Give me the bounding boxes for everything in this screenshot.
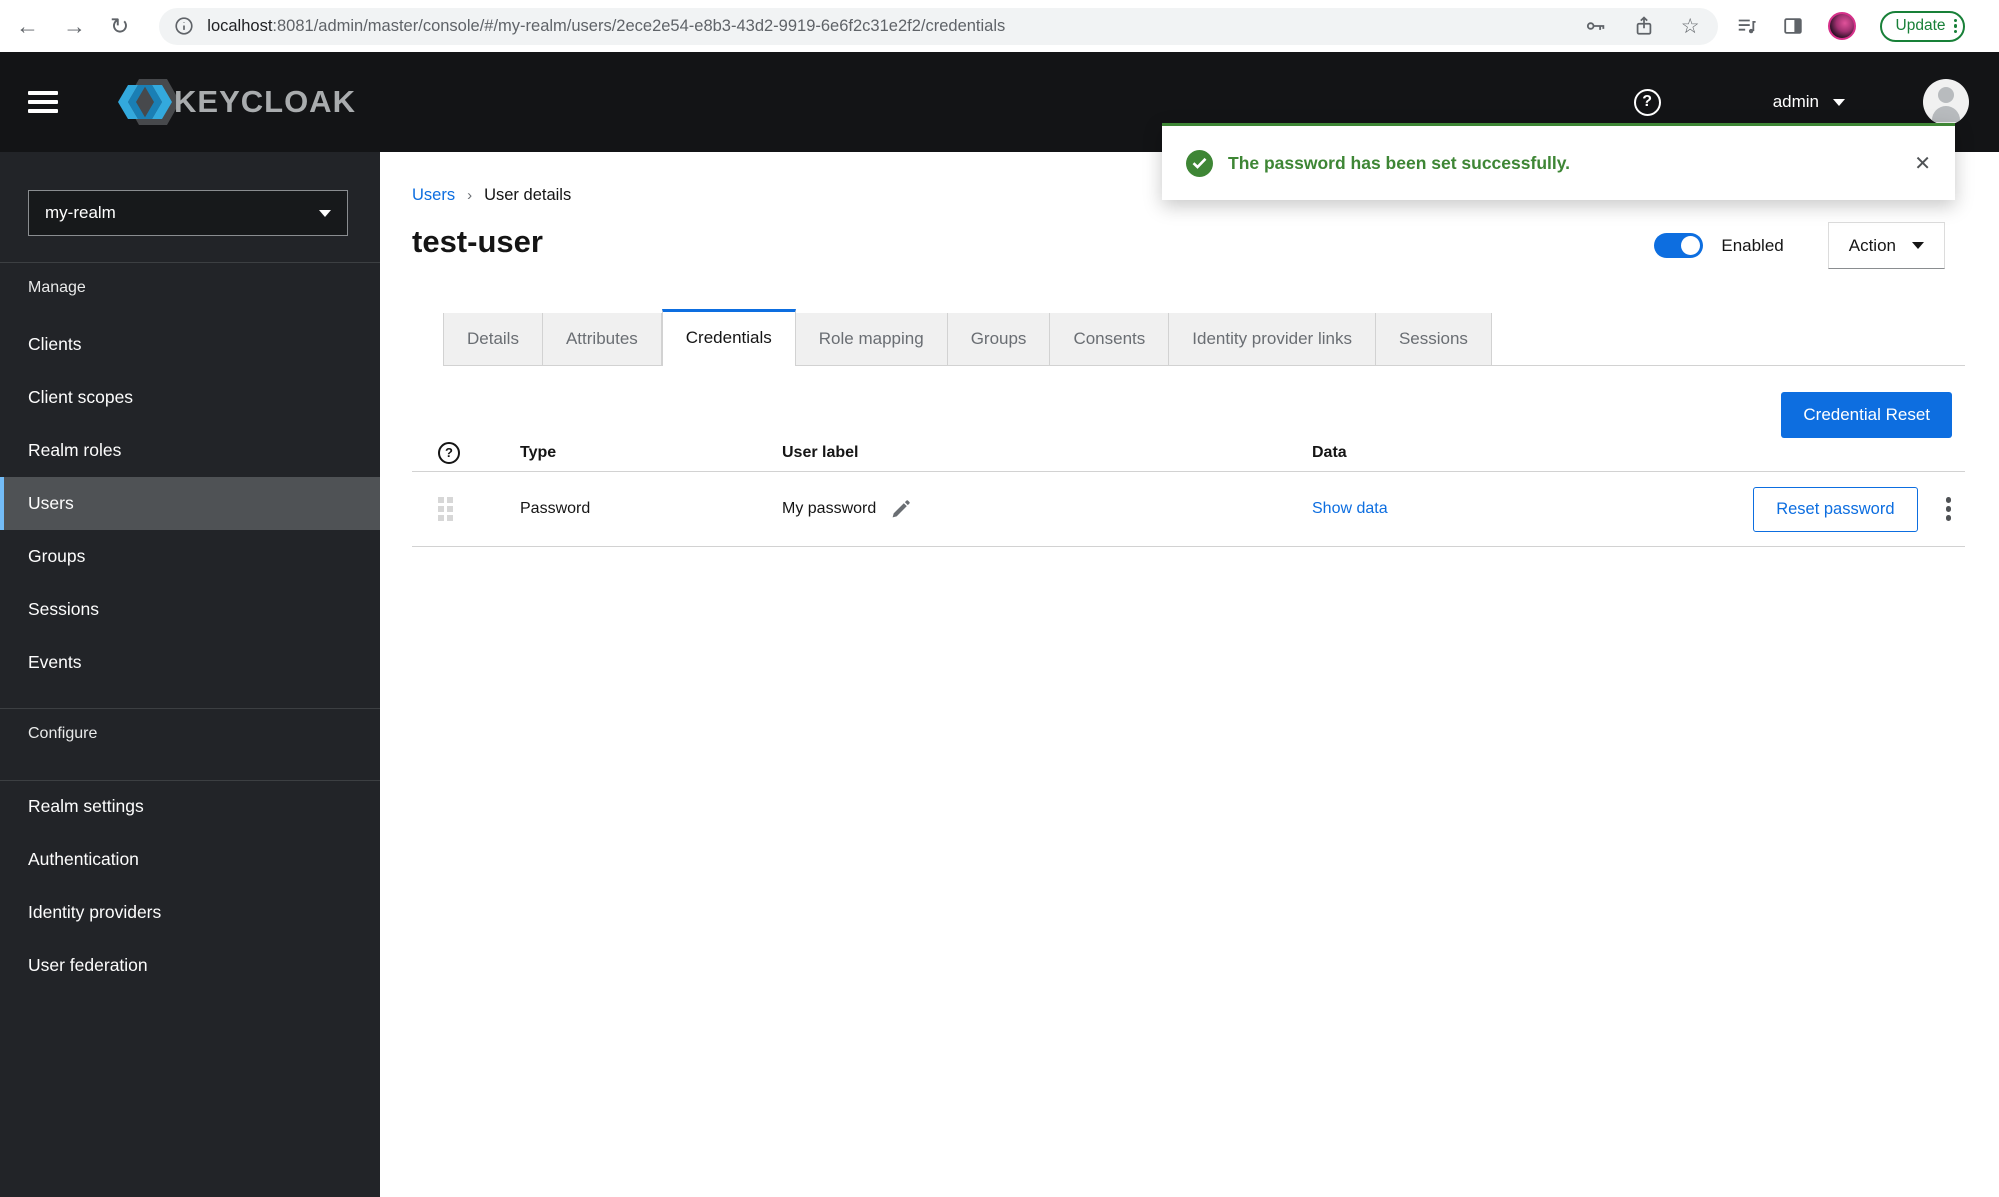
username-label: admin	[1772, 92, 1819, 111]
main-content: Users › User details test-user Enabled A…	[380, 152, 1999, 1197]
breadcrumb: Users › User details	[412, 186, 571, 205]
alert-close-icon[interactable]: ✕	[1914, 151, 1931, 176]
url-text[interactable]: localhost:8081/admin/master/console/#/my…	[207, 17, 1564, 36]
password-key-icon[interactable]	[1585, 15, 1607, 37]
credentials-help-icon[interactable]: ?	[438, 441, 460, 464]
divider	[0, 262, 380, 263]
realm-name: my-realm	[45, 203, 116, 222]
table-row: Password My password Show data Reset pas…	[412, 472, 1965, 547]
manage-section-label: Manage	[28, 279, 86, 296]
action-dropdown[interactable]: Action	[1827, 222, 1945, 269]
drag-handle-icon[interactable]	[438, 497, 453, 521]
breadcrumb-current: User details	[484, 186, 572, 204]
divider	[0, 708, 380, 709]
credential-reset-button[interactable]: Credential Reset	[1781, 392, 1952, 438]
share-icon[interactable]	[1633, 15, 1655, 37]
realm-selector[interactable]: my-realm	[28, 190, 348, 236]
user-tabs: Details Attributes Credentials Role mapp…	[443, 309, 1965, 366]
reset-password-button[interactable]: Reset password	[1753, 486, 1918, 532]
column-header-user-label: User label	[782, 443, 859, 461]
success-check-icon	[1186, 149, 1213, 177]
tab-groups[interactable]: Groups	[947, 313, 1051, 365]
side-panel-icon[interactable]	[1782, 15, 1804, 37]
tab-attributes[interactable]: Attributes	[542, 313, 662, 365]
keycloak-logo[interactable]: KEYCLOAK	[108, 71, 356, 133]
page-title: test-user	[412, 224, 543, 259]
browser-menu-kebab-icon[interactable]	[1953, 17, 1957, 36]
sidebar-item-client-scopes[interactable]: Client scopes	[0, 371, 380, 424]
sidebar-item-events[interactable]: Events	[0, 636, 380, 689]
configure-section-label: Configure	[28, 725, 98, 742]
show-data-link[interactable]: Show data	[1312, 500, 1388, 518]
credential-user-label: My password	[782, 500, 877, 517]
help-icon[interactable]: ?	[1633, 88, 1661, 116]
browser-toolbar: ← → ↻ localhost:8081/admin/master/consol…	[0, 0, 1999, 52]
credentials-table: ? Type User label Data Password My passw…	[412, 434, 1965, 547]
tab-consents[interactable]: Consents	[1050, 313, 1170, 365]
browser-back-button[interactable]: ←	[16, 14, 39, 38]
browser-profile-avatar[interactable]	[1827, 12, 1856, 40]
update-label: Update	[1895, 17, 1946, 34]
chevron-down-icon	[1912, 242, 1924, 249]
browser-reload-button[interactable]: ↻	[110, 14, 129, 38]
action-label: Action	[1848, 235, 1896, 255]
enabled-toggle[interactable]	[1654, 233, 1704, 258]
column-header-type: Type	[520, 443, 557, 461]
sidebar-item-identity-providers[interactable]: Identity providers	[0, 886, 380, 939]
sidebar-item-groups[interactable]: Groups	[0, 530, 380, 583]
sidebar-item-realm-settings[interactable]: Realm settings	[0, 780, 380, 833]
table-header-row: ? Type User label Data	[412, 434, 1965, 472]
tab-sessions[interactable]: Sessions	[1375, 313, 1492, 365]
sidebar-item-authentication[interactable]: Authentication	[0, 833, 380, 886]
sidebar-item-sessions[interactable]: Sessions	[0, 583, 380, 636]
media-controls-icon[interactable]	[1736, 15, 1758, 37]
row-kebab-menu-icon[interactable]	[1945, 494, 1951, 525]
avatar[interactable]	[1923, 79, 1969, 125]
tab-role-mapping[interactable]: Role mapping	[795, 313, 948, 365]
alert-message: The password has been set successfully.	[1228, 152, 1571, 173]
site-info-icon[interactable]	[173, 15, 195, 37]
success-alert: The password has been set successfully. …	[1162, 123, 1955, 200]
url-host: localhost	[207, 16, 273, 35]
breadcrumb-separator-icon: ›	[467, 187, 473, 204]
browser-forward-button[interactable]: →	[63, 14, 86, 38]
enabled-label: Enabled	[1721, 235, 1784, 255]
browser-address-bar[interactable]: localhost:8081/admin/master/console/#/my…	[159, 7, 1718, 45]
url-path: :8081/admin/master/console/#/my-realm/us…	[272, 16, 1006, 35]
breadcrumb-users-link[interactable]: Users	[412, 186, 455, 205]
sidebar-item-user-federation[interactable]: User federation	[0, 939, 380, 992]
sidebar-item-clients[interactable]: Clients	[0, 318, 380, 371]
keycloak-logo-icon	[118, 79, 180, 125]
credential-type: Password	[520, 500, 591, 517]
tab-identity-provider-links[interactable]: Identity provider links	[1169, 313, 1376, 365]
bookmark-star-icon[interactable]: ☆	[1681, 16, 1700, 37]
nav-toggle-hamburger-icon[interactable]	[28, 86, 60, 118]
chevron-down-icon	[319, 209, 331, 217]
edit-pencil-icon[interactable]	[890, 499, 911, 520]
user-menu[interactable]: admin	[1773, 92, 1845, 112]
tab-details[interactable]: Details	[443, 313, 543, 365]
keycloak-brand-text: KEYCLOAK	[174, 84, 356, 119]
tab-credentials[interactable]: Credentials	[661, 309, 796, 366]
column-header-data: Data	[1312, 443, 1347, 461]
sidebar-item-users[interactable]: Users	[0, 477, 380, 530]
sidebar-item-realm-roles[interactable]: Realm roles	[0, 424, 380, 477]
browser-update-button[interactable]: Update	[1879, 10, 1965, 42]
chevron-down-icon	[1833, 98, 1845, 106]
sidebar-nav: my-realm Manage Clients Client scopes Re…	[0, 152, 380, 1197]
